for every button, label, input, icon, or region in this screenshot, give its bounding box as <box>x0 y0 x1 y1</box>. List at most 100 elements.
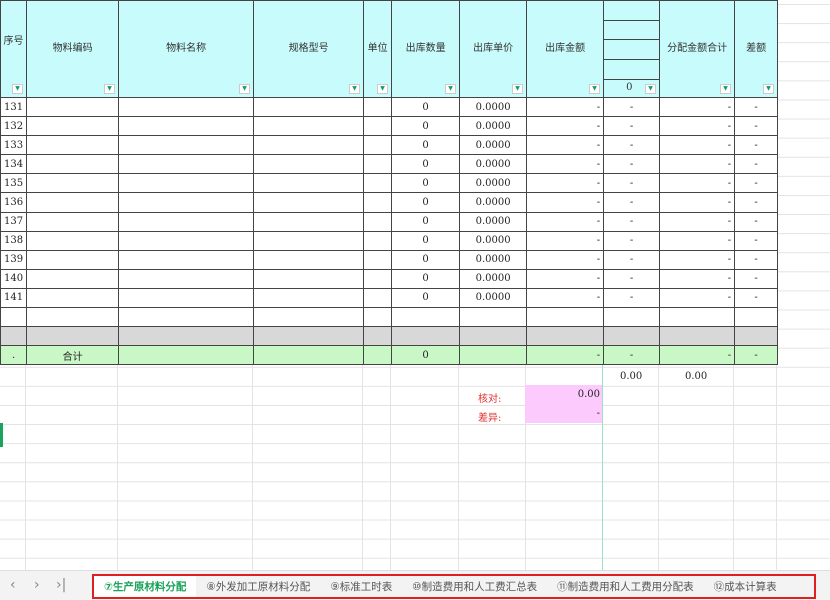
diff-cell[interactable]: - <box>735 117 778 136</box>
price-cell[interactable]: 0.0000 <box>460 212 527 231</box>
qty-cell[interactable]: 0 <box>392 174 460 193</box>
total-no[interactable]: . <box>1 346 27 365</box>
total-alloc[interactable]: - <box>604 346 660 365</box>
cell[interactable] <box>364 212 392 231</box>
cell[interactable] <box>254 174 364 193</box>
price-cell[interactable]: 0.0000 <box>460 174 527 193</box>
cell[interactable] <box>364 327 392 346</box>
total-cell[interactable]: - <box>660 212 735 231</box>
qty-cell[interactable]: 0 <box>392 288 460 307</box>
cell[interactable] <box>364 193 392 212</box>
cell[interactable] <box>119 212 254 231</box>
price-cell[interactable]: 0.0000 <box>460 231 527 250</box>
diff-cell[interactable]: - <box>735 288 778 307</box>
row-number[interactable]: 134 <box>1 155 27 174</box>
cell[interactable] <box>27 212 119 231</box>
row-number[interactable]: 141 <box>1 288 27 307</box>
price-cell[interactable]: 0.0000 <box>460 269 527 288</box>
column-header[interactable]: 差额▼ <box>735 1 778 98</box>
cell[interactable] <box>119 136 254 155</box>
alloc-cell[interactable]: - <box>604 212 660 231</box>
total-label[interactable]: 合计 <box>27 346 119 365</box>
filter-dropdown-icon[interactable]: ▼ <box>645 84 656 94</box>
alloc-cell[interactable]: - <box>604 136 660 155</box>
total-amount[interactable]: - <box>527 346 604 365</box>
column-header[interactable]: 分配金额合计▼ <box>660 1 735 98</box>
cell[interactable] <box>364 269 392 288</box>
cell[interactable] <box>119 288 254 307</box>
cell[interactable] <box>392 308 460 327</box>
row-number[interactable]: 131 <box>1 98 27 117</box>
cell[interactable] <box>660 327 735 346</box>
column-header[interactable]: 出库数量▼ <box>392 1 460 98</box>
alloc-cell[interactable]: - <box>604 269 660 288</box>
cell[interactable] <box>254 117 364 136</box>
cell[interactable] <box>27 117 119 136</box>
cell[interactable] <box>254 346 364 365</box>
price-cell[interactable]: 0.0000 <box>460 288 527 307</box>
total-cell[interactable]: - <box>660 193 735 212</box>
row-number[interactable]: 138 <box>1 231 27 250</box>
column-header[interactable]: 序号▼ <box>1 1 27 98</box>
price-cell[interactable]: 0.0000 <box>460 193 527 212</box>
diff-cell[interactable]: - <box>735 231 778 250</box>
filter-dropdown-icon[interactable]: ▼ <box>763 84 774 94</box>
diff-cell[interactable]: - <box>735 212 778 231</box>
cell[interactable] <box>604 327 660 346</box>
cell[interactable] <box>27 288 119 307</box>
cell[interactable] <box>364 231 392 250</box>
cell[interactable] <box>27 193 119 212</box>
row-number[interactable]: 132 <box>1 117 27 136</box>
cell[interactable] <box>364 308 392 327</box>
cell[interactable] <box>392 327 460 346</box>
cell[interactable] <box>364 288 392 307</box>
sheet-tab[interactable]: ⑪制造费用和人工费用分配表 <box>547 576 704 597</box>
column-header[interactable]: 出库单价▼ <box>460 1 527 98</box>
amount-cell[interactable]: - <box>527 231 604 250</box>
total-cell[interactable]: - <box>660 155 735 174</box>
row-number[interactable]: 133 <box>1 136 27 155</box>
row-number[interactable]: 136 <box>1 193 27 212</box>
cell[interactable] <box>364 155 392 174</box>
qty-cell[interactable]: 0 <box>392 98 460 117</box>
qty-cell[interactable]: 0 <box>392 193 460 212</box>
cell[interactable] <box>254 193 364 212</box>
column-header[interactable]: 单位▼ <box>364 1 392 98</box>
total-cell[interactable]: - <box>660 98 735 117</box>
qty-cell[interactable]: 0 <box>392 155 460 174</box>
price-cell[interactable]: 0.0000 <box>460 155 527 174</box>
filter-dropdown-icon[interactable]: ▼ <box>589 84 600 94</box>
filter-dropdown-icon[interactable]: ▼ <box>720 84 731 94</box>
total-diff[interactable]: - <box>735 346 778 365</box>
cell[interactable] <box>660 308 735 327</box>
cell[interactable] <box>119 269 254 288</box>
price-cell[interactable]: 0.0000 <box>460 136 527 155</box>
cell[interactable] <box>119 155 254 174</box>
row-number[interactable]: 137 <box>1 212 27 231</box>
sheet-tab[interactable]: ⑫成本计算表 <box>704 576 787 597</box>
cell[interactable] <box>735 308 778 327</box>
cell[interactable] <box>364 136 392 155</box>
qty-cell[interactable]: 0 <box>392 250 460 269</box>
row-number[interactable]: 140 <box>1 269 27 288</box>
diff-cell[interactable]: - <box>735 98 778 117</box>
cell[interactable] <box>364 174 392 193</box>
diff-cell[interactable]: - <box>735 136 778 155</box>
diff-cell[interactable]: - <box>735 269 778 288</box>
spreadsheet-grid[interactable]: 序号▼物料编码▼物料名称▼规格型号▼单位▼出库数量▼出库单价▼出库金额▼0▼分配… <box>0 0 830 570</box>
qty-cell[interactable]: 0 <box>392 136 460 155</box>
cell[interactable] <box>254 269 364 288</box>
diff-cell[interactable]: - <box>735 250 778 269</box>
filter-dropdown-icon[interactable]: ▼ <box>239 84 250 94</box>
cell[interactable] <box>119 327 254 346</box>
amount-cell[interactable]: - <box>527 98 604 117</box>
cell[interactable] <box>27 174 119 193</box>
column-header[interactable]: 物料名称▼ <box>119 1 254 98</box>
cell[interactable] <box>364 98 392 117</box>
qty-cell[interactable]: 0 <box>392 212 460 231</box>
total-cell[interactable]: - <box>660 250 735 269</box>
cell[interactable] <box>1 308 27 327</box>
amount-cell[interactable]: - <box>527 174 604 193</box>
cell[interactable] <box>254 136 364 155</box>
diff-cell[interactable]: - <box>735 155 778 174</box>
